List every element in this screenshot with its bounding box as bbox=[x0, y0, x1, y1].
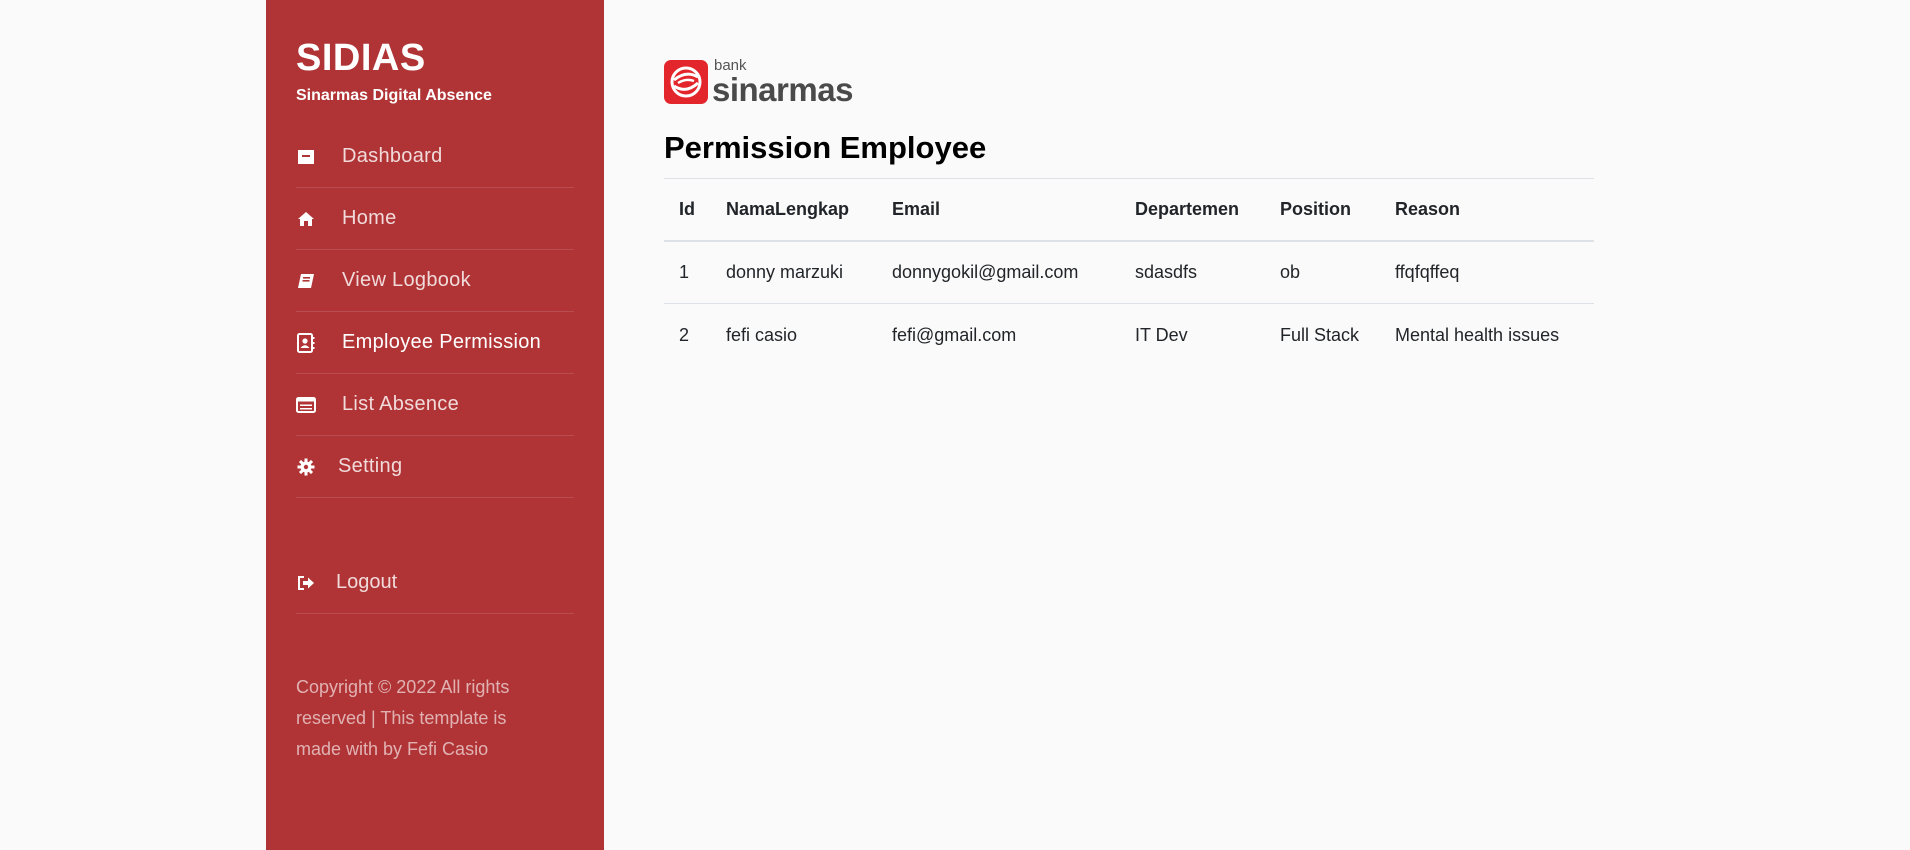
dashboard-icon bbox=[296, 147, 316, 167]
table-row: 2 fefi casio fefi@gmail.com IT Dev Full … bbox=[664, 304, 1594, 367]
book-icon bbox=[296, 271, 316, 291]
cell-departemen: sdasdfs bbox=[1120, 240, 1265, 304]
sidebar-item-setting[interactable]: Setting bbox=[296, 436, 574, 498]
sidebar-item-home[interactable]: Home bbox=[296, 188, 574, 250]
cell-reason: ffqfqffeq bbox=[1380, 240, 1594, 304]
brand-subtitle: Sinarmas Digital Absence bbox=[296, 87, 492, 104]
copyright-text: Copyright © 2022 All rights reserved | T… bbox=[296, 677, 510, 759]
logout-icon bbox=[296, 573, 316, 593]
column-header-email: Email bbox=[877, 178, 1120, 242]
cell-departemen: IT Dev bbox=[1135, 324, 1188, 345]
column-header-departemen: Departemen bbox=[1120, 178, 1265, 242]
sidebar-item-label: Home bbox=[342, 207, 397, 229]
page-title: Permission Employee bbox=[664, 130, 987, 165]
column-header-id: Id bbox=[664, 178, 711, 242]
sidebar-nav: Dashboard Home View Logbook Employee Per… bbox=[296, 126, 574, 498]
table-header-row: Id NamaLengkap Email Departemen Position… bbox=[664, 178, 1594, 242]
column-header-nama-lengkap: NamaLengkap bbox=[711, 178, 877, 242]
column-header-reason: Reason bbox=[1380, 178, 1594, 242]
page: SIDIAS Sinarmas Digital Absence Dashboar… bbox=[0, 0, 1910, 850]
cell-nama-lengkap: fefi casio bbox=[726, 324, 798, 345]
sidebar-item-label: View Logbook bbox=[342, 269, 471, 291]
cell-id: 1 bbox=[664, 240, 711, 304]
cell-position: ob bbox=[1265, 240, 1380, 304]
sinarmas-logo-icon bbox=[664, 60, 708, 104]
logout-label: Logout bbox=[336, 571, 398, 593]
cell-reason: Mental health issues bbox=[1395, 324, 1560, 345]
permission-table: Id NamaLengkap Email Departemen Position… bbox=[664, 178, 1594, 367]
sidebar: SIDIAS Sinarmas Digital Absence Dashboar… bbox=[266, 0, 604, 850]
sidebar-item-label: Setting bbox=[338, 455, 403, 477]
sidebar-item-list-absence[interactable]: List Absence bbox=[296, 374, 574, 436]
cell-email: fefi@gmail.com bbox=[892, 324, 1017, 345]
table-row: 1 donny marzuki donnygokil@gmail.com sda… bbox=[664, 240, 1594, 304]
column-header-position: Position bbox=[1265, 178, 1380, 242]
home-icon bbox=[296, 209, 316, 229]
cell-id: 2 bbox=[679, 324, 690, 345]
bank-logo: bank sinarmas bbox=[664, 58, 1594, 106]
contact-book-icon bbox=[296, 332, 316, 353]
main-content: bank sinarmas Permission Employee Id Nam… bbox=[664, 58, 1594, 367]
sidebar-item-view-logbook[interactable]: View Logbook bbox=[296, 250, 574, 312]
logo-name-text: sinarmas bbox=[712, 71, 853, 108]
cell-email: donnygokil@gmail.com bbox=[877, 240, 1120, 304]
sidebar-item-dashboard[interactable]: Dashboard bbox=[296, 126, 574, 188]
cell-nama-lengkap: donny marzuki bbox=[711, 240, 877, 304]
cell-position: Full Stack bbox=[1280, 324, 1360, 345]
sidebar-item-label: List Absence bbox=[342, 393, 460, 415]
list-card-icon bbox=[296, 395, 316, 415]
gear-icon bbox=[296, 457, 316, 477]
brand-title: SIDIAS bbox=[296, 37, 426, 79]
sidebar-item-label: Employee Permission bbox=[342, 331, 542, 353]
sidebar-item-employee-permission[interactable]: Employee Permission bbox=[296, 312, 574, 374]
sidebar-item-label: Dashboard bbox=[342, 145, 443, 167]
logout-button[interactable]: Logout bbox=[296, 552, 574, 614]
